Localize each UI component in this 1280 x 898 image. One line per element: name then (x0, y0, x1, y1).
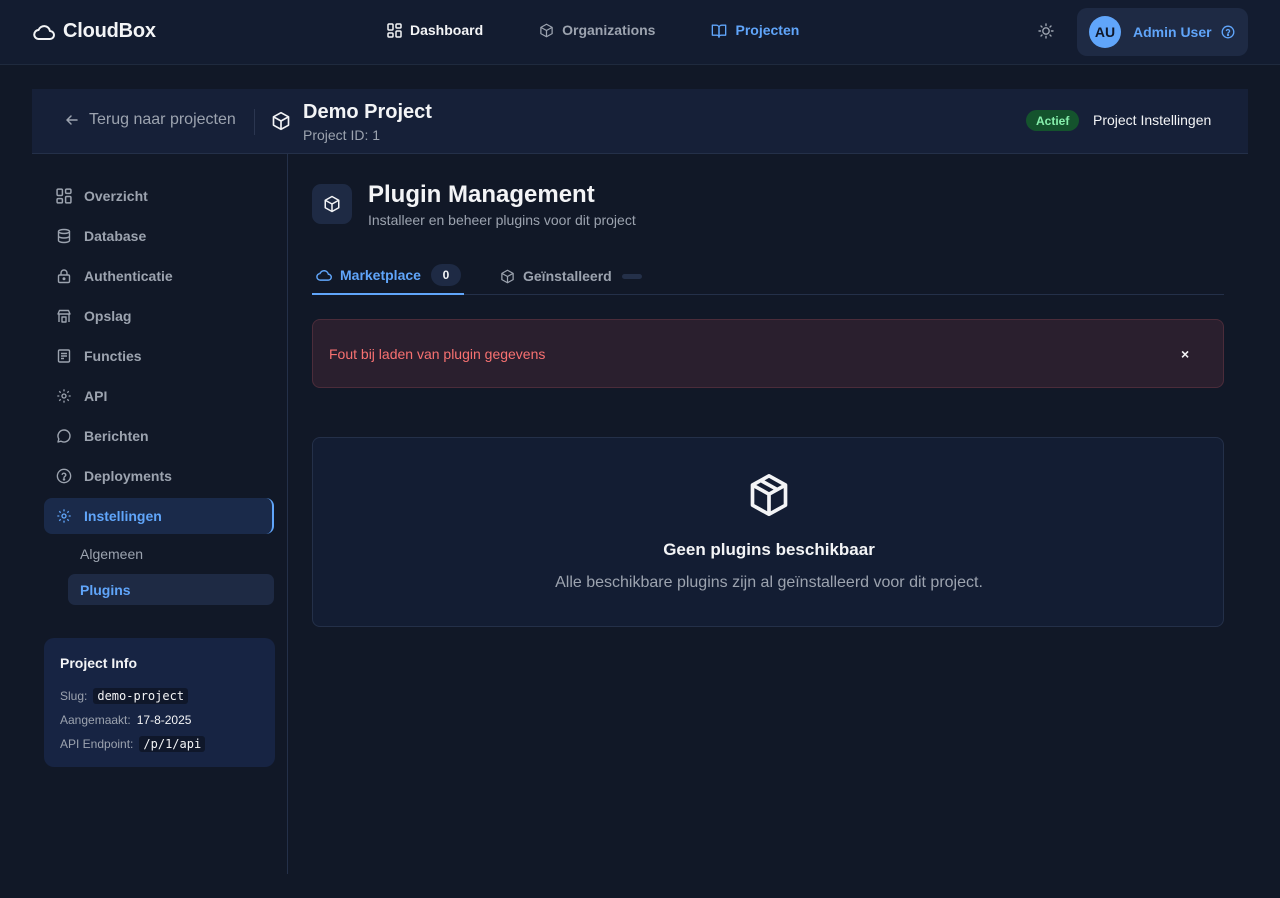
tab-marketplace-count: 0 (430, 264, 461, 286)
plugin-header-icon (312, 184, 352, 224)
project-box-icon (271, 111, 291, 131)
error-message: Fout bij laden van plugin gegevens (329, 346, 546, 362)
empty-state-card: Geen plugins beschikbaar Alle beschikbar… (312, 437, 1224, 627)
cloud-icon (33, 24, 55, 40)
slug-value: demo-project (93, 688, 189, 704)
sidebar: Overzicht Database Authenticatie Opslag … (32, 154, 288, 874)
header-divider (254, 109, 255, 135)
info-row-endpoint: API Endpoint: /p/1/api (60, 732, 259, 756)
project-header: Terug naar projecten Demo Project Projec… (32, 89, 1248, 154)
sidebar-item-label: Instellingen (84, 508, 162, 524)
created-label: Aangemaakt: (60, 713, 131, 727)
sidebar-item-label: Functies (84, 348, 142, 364)
arrow-left-icon (65, 113, 79, 127)
sidebar-item-deployments[interactable]: Deployments (44, 458, 274, 494)
sun-icon (1036, 21, 1056, 41)
settings-icon (56, 508, 72, 524)
box-icon (323, 195, 341, 213)
project-info-card: Project Info Slug: demo-project Aangemaa… (44, 638, 275, 767)
database-icon (56, 228, 72, 244)
error-alert: Fout bij laden van plugin gegevens × (312, 319, 1224, 388)
sidebar-item-label: Overzicht (84, 188, 148, 204)
function-icon (56, 348, 72, 364)
help-circle-icon (1221, 25, 1235, 39)
sidebar-item-database[interactable]: Database (44, 218, 274, 254)
dashboard-icon (387, 22, 402, 38)
back-link-label: Terug naar projecten (89, 111, 236, 128)
lock-icon (56, 268, 72, 284)
info-row-created: Aangemaakt: 17-8-2025 (60, 708, 259, 732)
sidebar-item-overzicht[interactable]: Overzicht (44, 178, 274, 214)
box-icon (539, 23, 554, 38)
nav-organizations-label: Organizations (562, 22, 656, 38)
project-id: Project ID: 1 (303, 127, 381, 143)
nav-dashboard-label: Dashboard (410, 22, 484, 38)
brand-name: CloudBox (63, 20, 156, 42)
project-title: Demo Project (303, 101, 432, 123)
top-navbar: CloudBox Dashboard Organizations Project… (0, 0, 1280, 65)
brand-logo[interactable]: CloudBox (33, 20, 156, 43)
book-open-icon (711, 23, 727, 38)
user-name: Admin User (1133, 24, 1212, 40)
user-menu-button[interactable]: AU Admin User (1077, 8, 1248, 56)
page-subtitle: Installeer en beheer plugins voor dit pr… (368, 212, 636, 228)
sidebar-subitem-plugins[interactable]: Plugins (68, 574, 274, 605)
cloud-icon (316, 269, 332, 281)
gear-icon (56, 388, 72, 404)
slug-label: Slug: (60, 689, 88, 703)
sidebar-subitem-algemeen[interactable]: Algemeen (68, 538, 274, 569)
empty-state-description: Alle beschikbare plugins zijn al geïnsta… (555, 574, 983, 591)
sidebar-item-label: Database (84, 228, 147, 244)
sidebar-item-berichten[interactable]: Berichten (44, 418, 274, 454)
project-info-title: Project Info (60, 655, 138, 671)
error-close-button[interactable]: × (1181, 346, 1189, 362)
storage-icon (56, 308, 72, 324)
sidebar-item-opslag[interactable]: Opslag (44, 298, 274, 334)
sidebar-item-label: API (84, 388, 108, 404)
info-row-slug: Slug: demo-project (60, 684, 259, 708)
empty-state-title: Geen plugins beschikbaar (663, 540, 875, 559)
tab-installed-label: Geïnstalleerd (523, 268, 612, 284)
page-title: Plugin Management (368, 181, 595, 208)
theme-toggle-button[interactable] (1036, 21, 1056, 41)
project-settings-button[interactable]: Project Instellingen (1093, 112, 1211, 128)
sidebar-item-label: Deployments (84, 468, 172, 484)
sidebar-item-api[interactable]: API (44, 378, 274, 414)
plugin-tabs: Marketplace 0 Geïnstalleerd (312, 257, 1224, 295)
nav-projects-label: Projecten (735, 22, 800, 38)
help-circle-icon (56, 468, 72, 484)
message-circle-icon (56, 428, 72, 444)
tab-marketplace-label: Marketplace (340, 267, 421, 283)
sidebar-item-label: Authenticatie (84, 268, 173, 284)
grid-icon (56, 188, 72, 204)
sidebar-item-authenticatie[interactable]: Authenticatie (44, 258, 274, 294)
created-value: 17-8-2025 (136, 713, 192, 727)
box-icon (500, 269, 515, 284)
avatar: AU (1089, 16, 1121, 48)
status-badge: Actief (1026, 110, 1080, 131)
sidebar-item-functies[interactable]: Functies (44, 338, 274, 374)
main-nav: Dashboard Organizations Projecten (387, 22, 855, 38)
back-to-projects-link[interactable]: Terug naar projecten (65, 111, 236, 129)
nav-dashboard[interactable]: Dashboard (387, 22, 483, 38)
sidebar-item-label: Opslag (84, 308, 132, 324)
tab-installed-count (621, 273, 642, 279)
endpoint-value: /p/1/api (139, 736, 206, 752)
tab-marketplace[interactable]: Marketplace 0 (312, 257, 464, 295)
nav-projects[interactable]: Projecten (711, 22, 799, 38)
tab-installed[interactable]: Geïnstalleerd (500, 257, 642, 295)
endpoint-label: API Endpoint: (60, 737, 134, 751)
nav-organizations[interactable]: Organizations (539, 22, 655, 38)
package-icon (747, 472, 791, 520)
sidebar-item-label: Berichten (84, 428, 149, 444)
sidebar-item-instellingen[interactable]: Instellingen (44, 498, 274, 534)
